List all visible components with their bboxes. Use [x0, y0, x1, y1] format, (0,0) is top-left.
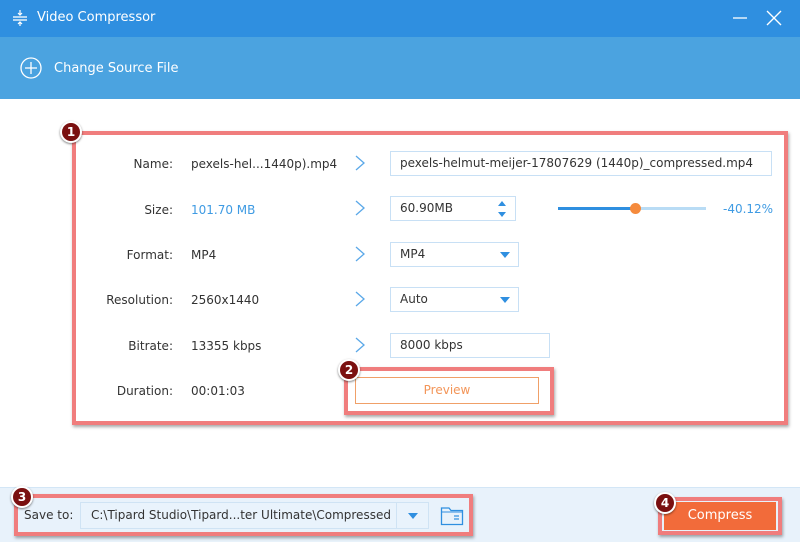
dropdown-caret-icon: [500, 252, 510, 258]
change-source-file-button[interactable]: Change Source File: [20, 57, 178, 79]
change-source-file-label: Change Source File: [54, 60, 179, 76]
divider: [396, 503, 397, 528]
annotation-badge-3: 3: [11, 486, 33, 508]
compress-icon: [13, 10, 27, 26]
chevron-right-icon: [355, 291, 365, 307]
window-title: Video Compressor: [37, 10, 156, 25]
title-bar: Video Compressor: [0, 0, 800, 37]
name-label: Name:: [133, 157, 173, 171]
annotation-badge-4: 4: [654, 492, 676, 514]
duration-label: Duration:: [116, 384, 173, 398]
source-bitrate-value: 13355 kbps: [191, 339, 262, 353]
preview-button[interactable]: Preview: [355, 377, 539, 404]
resolution-selected: Auto: [400, 292, 428, 306]
resolution-select[interactable]: Auto: [390, 287, 519, 312]
toolbar: Change Source File: [0, 37, 800, 99]
folder-icon[interactable]: [440, 504, 464, 526]
duration-value: 00:01:03: [191, 384, 245, 398]
output-name-input[interactable]: pexels-helmut-meijer-17807629 (1440p)_co…: [390, 151, 772, 176]
slider-fill: [558, 207, 635, 210]
source-name-value: pexels-hel...1440p).mp4: [191, 157, 338, 171]
save-to-label: Save to:: [24, 508, 74, 522]
output-size-stepper[interactable]: 60.90MB: [390, 196, 516, 221]
annotation-badge-1: 1: [60, 121, 82, 143]
plus-circle-icon: [20, 57, 42, 79]
chevron-right-icon: [355, 246, 365, 262]
source-size-value: 101.70 MB: [191, 203, 256, 217]
size-label: Size:: [144, 203, 173, 217]
size-slider[interactable]: [558, 203, 706, 214]
save-path-value: C:\Tipard Studio\Tipard...ter Ultimate\C…: [91, 508, 391, 522]
format-select[interactable]: MP4: [390, 242, 519, 267]
chevron-right-icon: [355, 155, 365, 171]
source-format-value: MP4: [191, 248, 217, 262]
bitrate-label: Bitrate:: [128, 339, 173, 353]
chevron-right-icon: [355, 200, 365, 216]
save-path-select[interactable]: C:\Tipard Studio\Tipard...ter Ultimate\C…: [80, 502, 429, 529]
dropdown-caret-icon: [500, 297, 510, 303]
source-resolution-value: 2560x1440: [191, 293, 260, 307]
annotation-badge-2: 2: [338, 359, 360, 381]
output-bitrate-input[interactable]: 8000 kbps: [390, 333, 550, 358]
spin-arrows-icon[interactable]: [497, 200, 507, 218]
slider-thumb[interactable]: [630, 203, 641, 214]
dropdown-caret-icon[interactable]: [408, 513, 418, 519]
resolution-label: Resolution:: [106, 293, 173, 307]
format-selected: MP4: [400, 247, 426, 261]
close-icon[interactable]: [762, 7, 786, 29]
output-size-value: 60.90MB: [400, 201, 453, 215]
compress-button[interactable]: Compress: [664, 502, 776, 530]
chevron-right-icon: [355, 337, 365, 353]
format-label: Format:: [126, 248, 173, 262]
size-change-percent: -40.12%: [723, 202, 774, 216]
minimize-icon[interactable]: [728, 7, 752, 29]
